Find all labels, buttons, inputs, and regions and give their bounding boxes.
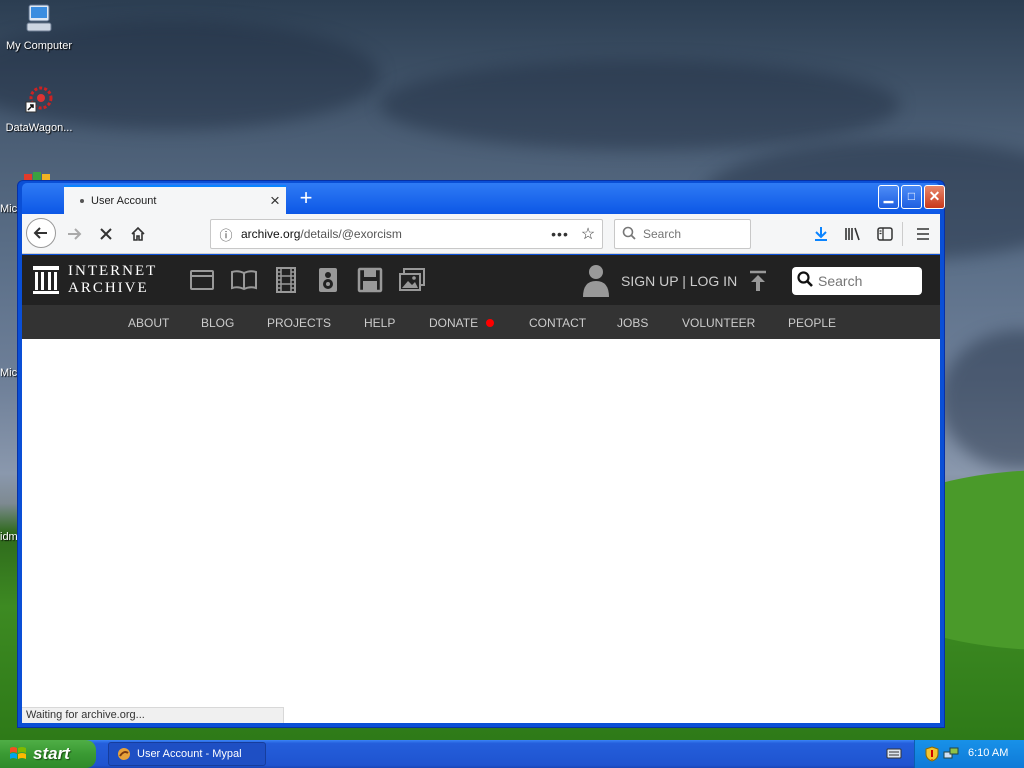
- tab-user-account[interactable]: User Account ×: [64, 185, 286, 215]
- stop-icon: [100, 228, 112, 240]
- keyboard-icon[interactable]: [886, 746, 902, 760]
- close-window-button[interactable]: ✕: [924, 185, 945, 209]
- stop-button[interactable]: [92, 220, 120, 248]
- ia-topbar: INTERNET ARCHIVE SIGN UP | LOG IN Search: [22, 255, 940, 305]
- nav-donate[interactable]: DONATE: [429, 316, 495, 330]
- signup-login-link[interactable]: SIGN UP | LOG IN: [621, 273, 737, 289]
- library-icon[interactable]: [840, 221, 866, 247]
- start-button[interactable]: start: [0, 740, 96, 768]
- browser-window: User Account × + ▁ □ ✕ ⓘ archive.org/det…: [17, 180, 945, 728]
- logo-wordmark: INTERNET ARCHIVE: [68, 263, 157, 297]
- browser-search-input[interactable]: [643, 227, 743, 241]
- nav-jobs[interactable]: JOBS: [617, 316, 648, 330]
- logo-line-1: INTERNET: [68, 263, 158, 279]
- nav-contact[interactable]: CONTACT: [529, 316, 586, 330]
- hamburger-menu-icon[interactable]: [910, 221, 936, 247]
- minimize-button[interactable]: ▁: [878, 185, 899, 209]
- texts-book-icon[interactable]: [230, 266, 258, 294]
- bookmark-star-icon[interactable]: ☆: [574, 224, 602, 244]
- network-icon[interactable]: [943, 746, 959, 762]
- home-button[interactable]: [124, 220, 152, 248]
- taskbar: start User Account - Mypal 6:10 AM: [0, 740, 1024, 768]
- toolbar-separator: [902, 222, 903, 246]
- web-icon[interactable]: [188, 266, 216, 294]
- tab-close-icon[interactable]: ×: [264, 191, 286, 211]
- back-button[interactable]: [26, 218, 56, 248]
- clock: 6:10 AM: [968, 747, 1009, 759]
- home-icon: [131, 226, 145, 241]
- desktop-icon-label-partial[interactable]: idm: [0, 531, 18, 543]
- maximize-button[interactable]: □: [901, 185, 922, 209]
- video-film-icon[interactable]: [272, 266, 300, 294]
- url-bar[interactable]: ⓘ archive.org/details/@exorcism ••• ☆: [210, 219, 603, 249]
- nav-donate-label: DONATE: [429, 316, 479, 330]
- sidebar-icon[interactable]: [872, 221, 898, 247]
- nav-blog[interactable]: BLOG: [201, 316, 234, 330]
- browser-search-bar[interactable]: [614, 219, 751, 249]
- nav-about[interactable]: ABOUT: [128, 316, 169, 330]
- page-actions-icon[interactable]: •••: [546, 226, 574, 242]
- search-icon: [792, 271, 818, 291]
- upload-icon[interactable]: [746, 269, 770, 293]
- software-floppy-icon[interactable]: [356, 266, 384, 294]
- computer-icon: [26, 4, 52, 32]
- back-arrow-icon: [33, 227, 47, 239]
- tab-strip: User Account × + ▁ □ ✕: [22, 183, 945, 215]
- tab-title: User Account: [91, 195, 157, 207]
- audio-speaker-icon[interactable]: [314, 266, 342, 294]
- system-tray: 6:10 AM: [914, 740, 1024, 768]
- datawagon-desktop-icon[interactable]: DataWagon...: [0, 84, 78, 134]
- download-icon[interactable]: [808, 221, 834, 247]
- internet-archive-logo[interactable]: INTERNET ARCHIVE: [32, 263, 157, 297]
- nav-projects[interactable]: PROJECTS: [267, 316, 331, 330]
- taskbar-item-label: User Account - Mypal: [137, 748, 242, 760]
- my-computer-desktop-icon[interactable]: My Computer: [0, 2, 78, 52]
- archive-nav-bar: ABOUT BLOG PROJECTS HELP DONATE CONTACT …: [22, 305, 940, 339]
- security-shield-icon[interactable]: [925, 746, 939, 762]
- images-icon[interactable]: [398, 266, 426, 294]
- desktop-icon-label: DataWagon...: [5, 122, 73, 134]
- nav-volunteer[interactable]: VOLUNTEER: [682, 316, 755, 330]
- taskbar-item-browser[interactable]: User Account - Mypal: [108, 742, 266, 766]
- windows-logo-icon: [10, 747, 26, 759]
- desktop-icon-label: My Computer: [5, 40, 73, 52]
- nav-help[interactable]: HELP: [364, 316, 395, 330]
- page-content: INTERNET ARCHIVE SIGN UP | LOG IN Search…: [22, 255, 940, 723]
- logo-line-2: ARCHIVE: [68, 280, 149, 296]
- donate-heart-icon: [486, 319, 495, 327]
- status-bar: Waiting for archive.org...: [22, 707, 284, 723]
- url-text[interactable]: archive.org/details/@exorcism: [241, 227, 546, 241]
- forward-arrow-icon: [68, 228, 82, 240]
- start-label: start: [33, 744, 70, 763]
- archive-temple-icon: [33, 266, 59, 294]
- mypal-browser-icon: [118, 748, 130, 760]
- desktop-icon-label-partial[interactable]: Mic: [0, 367, 17, 379]
- archive-search-input[interactable]: [818, 273, 916, 289]
- url-domain: archive.org: [241, 227, 301, 241]
- nav-people[interactable]: PEOPLE: [788, 316, 836, 330]
- navigation-toolbar: ⓘ archive.org/details/@exorcism ••• ☆: [22, 214, 940, 254]
- archive-search-box[interactable]: [792, 267, 922, 295]
- url-path: /details/@exorcism: [300, 227, 402, 241]
- new-tab-button[interactable]: +: [294, 187, 318, 211]
- loading-dot-icon: [80, 199, 84, 203]
- user-avatar-icon[interactable]: [582, 263, 610, 297]
- desktop-icon-label-partial[interactable]: Mic: [0, 203, 17, 215]
- site-info-icon[interactable]: ⓘ: [211, 225, 241, 244]
- datawagon-icon: [25, 86, 53, 113]
- forward-button[interactable]: [60, 220, 88, 248]
- search-icon: [615, 226, 643, 243]
